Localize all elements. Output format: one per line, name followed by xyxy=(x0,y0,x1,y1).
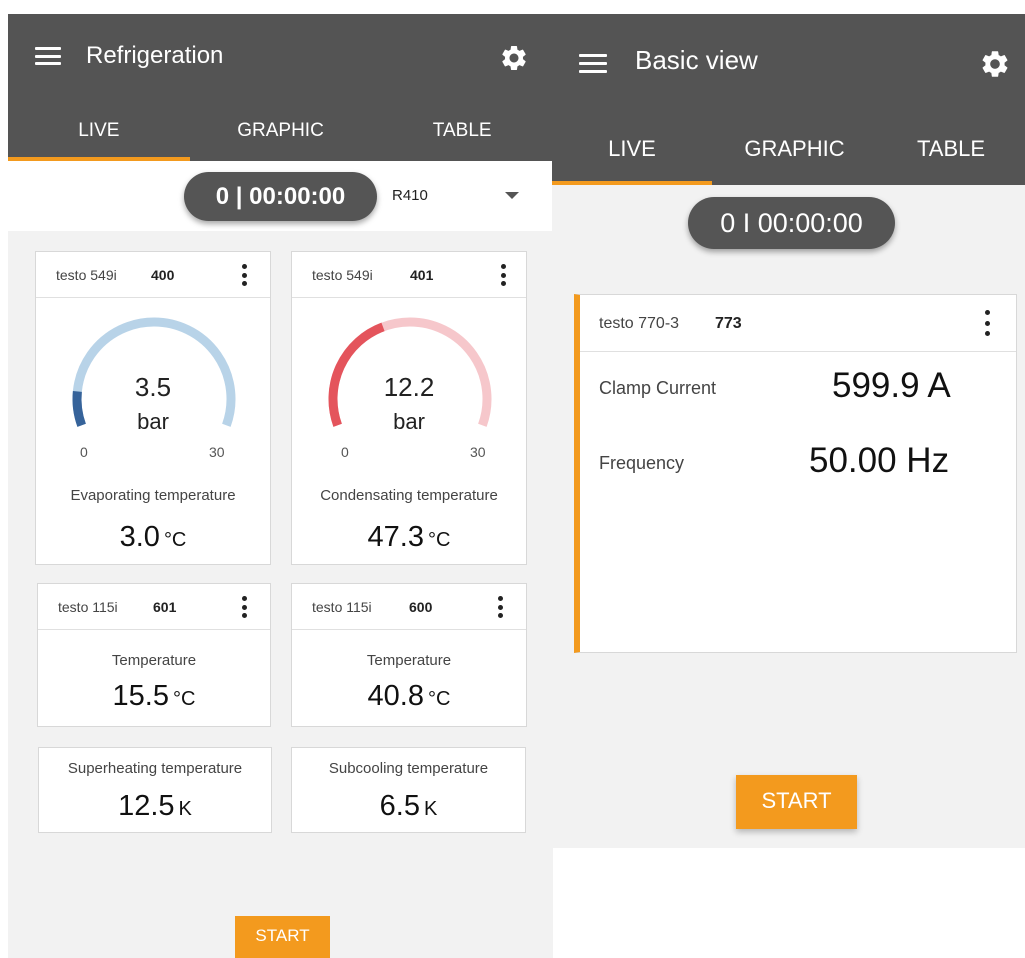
card-header: testo 115i 600 xyxy=(292,584,526,630)
gauge-min-label: 0 xyxy=(80,444,88,460)
probe-id: 773 xyxy=(715,315,742,332)
probe-name: testo 549i xyxy=(56,267,117,283)
measurement-toolbar: 0 | 00:00:00 R410 xyxy=(8,161,553,231)
reading: 3.0 xyxy=(119,521,160,553)
reading: 12.5 xyxy=(118,790,175,822)
gauge-card: testo 549i 401 12.2 bar 0 30 Condensatin… xyxy=(291,251,527,565)
gear-icon[interactable] xyxy=(979,48,1011,80)
more-vert-icon[interactable] xyxy=(498,596,504,618)
reading: 15.5 xyxy=(112,680,169,712)
more-vert-icon[interactable] xyxy=(501,264,507,286)
tab-table[interactable]: TABLE xyxy=(371,114,553,161)
timer-display: 0 | 00:00:00 xyxy=(184,172,377,221)
measurement-label: Frequency xyxy=(599,453,685,473)
card-header: testo 770-3 773 xyxy=(580,295,1016,352)
app-bar: Refrigeration LIVE GRAPHIC TABLE xyxy=(8,14,553,161)
measurement-label: Superheating temperature xyxy=(67,760,243,777)
gauge-value: 3.5 xyxy=(134,372,172,402)
measurement-value: 3.0 °C xyxy=(36,521,270,554)
page-title: Refrigeration xyxy=(86,42,224,69)
tab-live[interactable]: LIVE xyxy=(8,114,190,161)
probe-name: testo 549i xyxy=(312,267,373,283)
subcooling-card: Subcooling temperature 6.5 K xyxy=(291,747,526,833)
measurement-value: 599.9 A xyxy=(832,366,951,405)
temperature-card: testo 115i 600 Temperature 40.8 °C xyxy=(291,583,527,727)
measurement-label: Condensating temperature xyxy=(320,487,498,504)
measurement-value: 50.00 Hz xyxy=(809,441,950,480)
more-vert-icon[interactable] xyxy=(242,264,248,286)
reading: 6.5 xyxy=(379,790,420,822)
app-bar: Basic view LIVE GRAPHIC TABLE xyxy=(552,14,1025,185)
measurement-label: Temperature xyxy=(111,652,197,669)
probe-name: testo 770-3 xyxy=(599,315,680,332)
card-header: testo 549i 400 xyxy=(36,252,270,298)
probe-id: 600 xyxy=(409,599,433,615)
gauge-card: testo 549i 400 3.5 bar 0 30 Evaporating … xyxy=(35,251,271,565)
measurement-value: 40.8 °C xyxy=(292,680,526,713)
gauge-value: 12.2 xyxy=(383,372,435,402)
gauge-unit: bar xyxy=(137,409,169,434)
card-header: testo 115i 601 xyxy=(38,584,270,630)
probe-id: 401 xyxy=(410,267,434,283)
basic-view-screen: Basic view LIVE GRAPHIC TABLE 0 I 00:00:… xyxy=(552,14,1025,848)
probe-name: testo 115i xyxy=(312,599,372,615)
reading-unit: °C xyxy=(173,688,196,710)
start-button[interactable]: START xyxy=(235,916,330,958)
measurement-value: 6.5 K xyxy=(292,790,525,823)
reading-unit: °C xyxy=(163,529,187,551)
measurement-value: 15.5 °C xyxy=(38,680,270,713)
reading-unit: K xyxy=(423,798,438,820)
page-title: Basic view xyxy=(635,45,758,75)
gauge-min-label: 0 xyxy=(341,444,349,460)
menu-icon[interactable] xyxy=(579,54,607,73)
gauge-max-label: 30 xyxy=(209,444,225,460)
tab-table[interactable]: TABLE xyxy=(877,126,1025,185)
refrigerant-select-value[interactable]: R410 xyxy=(392,187,428,204)
tab-graphic[interactable]: GRAPHIC xyxy=(712,126,877,185)
probe-name: testo 115i xyxy=(58,599,118,615)
more-vert-icon[interactable] xyxy=(242,596,248,618)
measurement-label: Evaporating temperature xyxy=(70,487,236,504)
gear-icon[interactable] xyxy=(499,43,529,73)
more-vert-icon[interactable] xyxy=(985,310,991,336)
reading: 47.3 xyxy=(367,521,424,553)
reading-unit: °C xyxy=(428,688,451,710)
measurement-value: 47.3 °C xyxy=(292,521,526,554)
tab-bar: LIVE GRAPHIC TABLE xyxy=(552,126,1025,185)
reading-unit: °C xyxy=(428,529,451,551)
probe-id: 601 xyxy=(153,599,177,615)
superheat-card: Superheating temperature 12.5 K xyxy=(38,747,272,833)
measurement-label: Clamp Current xyxy=(599,378,717,398)
timer-display: 0 I 00:00:00 xyxy=(688,197,895,249)
clamp-meter-card: testo 770-3 773 Clamp Current 599.9 A Fr… xyxy=(574,294,1017,653)
reading: 40.8 xyxy=(367,680,424,712)
gauge-max-label: 30 xyxy=(470,444,486,460)
tab-live[interactable]: LIVE xyxy=(552,126,712,185)
measurement-label: Subcooling temperature xyxy=(328,760,489,777)
temperature-card: testo 115i 601 Temperature 15.5 °C xyxy=(37,583,271,727)
start-button[interactable]: START xyxy=(736,775,857,829)
card-header: testo 549i 401 xyxy=(292,252,526,298)
tab-bar: LIVE GRAPHIC TABLE xyxy=(8,114,553,161)
reading-unit: K xyxy=(178,798,192,820)
dropdown-arrow-icon[interactable] xyxy=(505,192,519,199)
gauge-unit: bar xyxy=(393,409,425,434)
tab-graphic[interactable]: GRAPHIC xyxy=(190,114,372,161)
measurement-value: 12.5 K xyxy=(39,790,271,823)
measurement-label: Temperature xyxy=(366,652,452,669)
probe-id: 400 xyxy=(151,267,175,283)
menu-icon[interactable] xyxy=(35,47,61,65)
refrigeration-screen: Refrigeration LIVE GRAPHIC TABLE 0 | 00:… xyxy=(8,14,553,958)
